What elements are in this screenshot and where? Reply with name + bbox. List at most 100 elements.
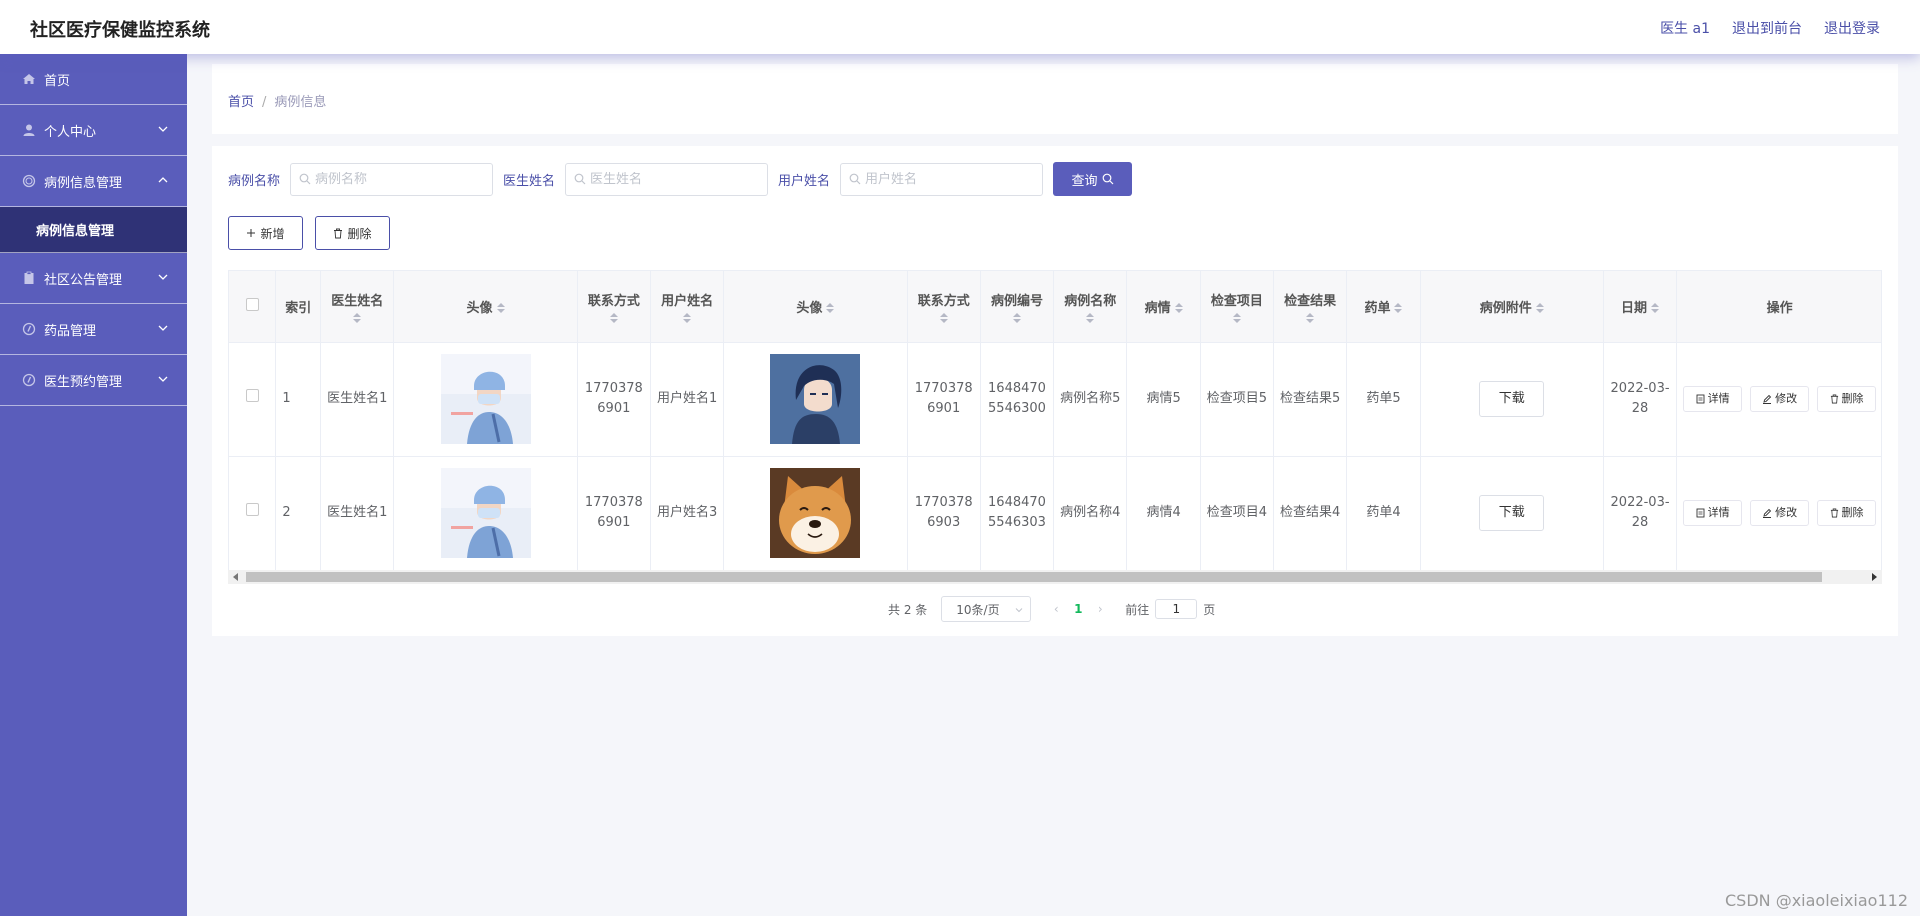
- column-header[interactable]: 病例附件: [1420, 271, 1604, 343]
- detail-button-label: 详情: [1707, 392, 1730, 405]
- sidebar-item-profile[interactable]: 个人中心: [0, 105, 187, 156]
- column-header[interactable]: 日期: [1603, 271, 1678, 343]
- column-header[interactable]: 检查结果: [1273, 271, 1348, 343]
- doctor-avatar-image[interactable]: [440, 354, 531, 444]
- sort-icon[interactable]: [353, 312, 362, 323]
- case-name-input[interactable]: [315, 171, 486, 187]
- doctor-name-cell: 医生姓名1: [320, 342, 395, 457]
- sort-icon[interactable]: [1174, 303, 1183, 314]
- sort-icon[interactable]: [609, 312, 618, 323]
- column-header: 索引: [275, 271, 322, 343]
- chevron-down-icon: [158, 325, 168, 331]
- sort-icon[interactable]: [496, 303, 505, 314]
- back-to-front-link[interactable]: 退出到前台: [1732, 18, 1802, 38]
- user-phone-cell: 17703786901: [907, 342, 981, 457]
- sidebar-item-notice-management[interactable]: 社区公告管理: [0, 253, 187, 304]
- horizontal-scrollbar[interactable]: [228, 570, 1882, 584]
- doctor-name-input[interactable]: [590, 171, 761, 187]
- download-button[interactable]: 下载: [1479, 381, 1545, 417]
- query-button[interactable]: 查询: [1053, 162, 1133, 196]
- column-header-label: 检查结果: [1284, 293, 1337, 309]
- sidebar-item-home[interactable]: 首页: [0, 54, 187, 105]
- download-button[interactable]: 下载: [1479, 495, 1545, 531]
- select-all-checkbox[interactable]: [245, 297, 259, 311]
- sort-icon[interactable]: [1232, 312, 1241, 323]
- delete-button[interactable]: 删除: [315, 216, 390, 250]
- row-delete-button[interactable]: 删除: [1817, 386, 1876, 412]
- scroll-left-icon[interactable]: [232, 573, 240, 581]
- edit-button-label: 修改: [1775, 392, 1798, 405]
- column-header[interactable]: 医生姓名: [320, 271, 395, 343]
- next-page-button[interactable]: ›: [1093, 602, 1107, 616]
- sort-icon[interactable]: [1306, 312, 1315, 323]
- column-header[interactable]: 病例编号: [980, 271, 1055, 343]
- doctor-name-search: [565, 162, 769, 196]
- case-no-cell: 16484705546303: [980, 456, 1055, 571]
- goto-prefix: 前往: [1125, 602, 1150, 617]
- logout-link[interactable]: 退出登录: [1824, 18, 1880, 38]
- scrollbar-thumb[interactable]: [246, 572, 1822, 582]
- column-header[interactable]: 病情: [1126, 271, 1201, 343]
- current-user-link[interactable]: 医生 a1: [1660, 18, 1710, 38]
- column-header[interactable]: 用户姓名: [650, 271, 725, 343]
- table-header-row: 索引 医生姓名 头像 联系方式 用户姓名 头像 联系方式 病例编号 病例名称 病…: [229, 271, 1881, 343]
- sort-icon[interactable]: [1012, 312, 1021, 323]
- sort-icon[interactable]: [1651, 303, 1660, 314]
- sidebar-subitem-case-management[interactable]: 病例信息管理: [0, 207, 187, 253]
- shiba-dog-avatar-image[interactable]: [770, 468, 861, 558]
- row-checkbox[interactable]: [245, 389, 259, 402]
- trash-icon: [1830, 508, 1838, 518]
- doctor-name-label: 医生姓名: [503, 173, 556, 189]
- pagination-total: 共 2 条: [888, 602, 928, 617]
- trash-icon: [1830, 394, 1838, 404]
- column-header[interactable]: 药单: [1346, 271, 1421, 343]
- breadcrumb-home[interactable]: 首页: [228, 95, 254, 110]
- column-header[interactable]: 病例名称: [1053, 271, 1128, 343]
- sort-icon[interactable]: [1086, 312, 1095, 323]
- column-header[interactable]: 头像: [393, 271, 578, 343]
- column-header-label: 头像: [466, 300, 493, 316]
- column-header-label: 病例名称: [1064, 293, 1117, 309]
- edit-button[interactable]: 修改: [1750, 386, 1810, 412]
- row-checkbox[interactable]: [245, 503, 259, 516]
- doctor-avatar-cell: [393, 456, 578, 571]
- sort-icon[interactable]: [1535, 303, 1544, 314]
- sort-icon[interactable]: [939, 312, 948, 323]
- page-size-select[interactable]: 10条/页: [941, 596, 1032, 622]
- column-header[interactable]: 联系方式: [577, 271, 651, 343]
- attachment-cell: 下载: [1420, 456, 1604, 571]
- search-icon: [574, 173, 586, 185]
- detail-button[interactable]: 详情: [1683, 386, 1743, 412]
- breadcrumb: 首页 / 病例信息: [228, 91, 326, 110]
- column-header-label: 头像: [796, 300, 823, 316]
- scroll-right-icon[interactable]: [1870, 573, 1878, 581]
- sidebar-item-label: 社区公告管理: [44, 272, 123, 288]
- column-header-label: 病例编号: [990, 293, 1043, 309]
- trash-icon: [334, 228, 343, 238]
- date-cell: 2022-03-28: [1603, 456, 1678, 571]
- edit-button[interactable]: 修改: [1750, 500, 1810, 526]
- sidebar-item-appointment-management[interactable]: 医生预约管理: [0, 355, 187, 406]
- column-header[interactable]: 联系方式: [907, 271, 981, 343]
- case-name-search: [290, 162, 494, 196]
- prev-page-button[interactable]: ‹: [1049, 602, 1063, 616]
- user-name-input[interactable]: [865, 171, 1036, 187]
- sidebar-item-medicine-management[interactable]: 药品管理: [0, 304, 187, 355]
- prescription-cell: 药单5: [1346, 342, 1421, 457]
- doctor-avatar-image[interactable]: [440, 468, 531, 558]
- sidebar-item-case-management[interactable]: 病例信息管理: [0, 156, 187, 207]
- condition-cell: 病情4: [1126, 456, 1201, 571]
- sort-icon[interactable]: [683, 312, 692, 323]
- page-number[interactable]: 1: [1063, 602, 1093, 616]
- sort-icon[interactable]: [1394, 303, 1403, 314]
- index-cell: 2: [275, 456, 322, 571]
- sort-icon[interactable]: [826, 303, 835, 314]
- anime-avatar-image[interactable]: [770, 354, 861, 444]
- goto-page-input[interactable]: [1155, 599, 1198, 619]
- add-button[interactable]: 新增: [228, 216, 303, 250]
- detail-button[interactable]: 详情: [1683, 500, 1743, 526]
- column-header[interactable]: 检查项目: [1200, 271, 1275, 343]
- chevron-down-icon: [158, 126, 168, 132]
- column-header[interactable]: 头像: [723, 271, 908, 343]
- row-delete-button[interactable]: 删除: [1817, 500, 1876, 526]
